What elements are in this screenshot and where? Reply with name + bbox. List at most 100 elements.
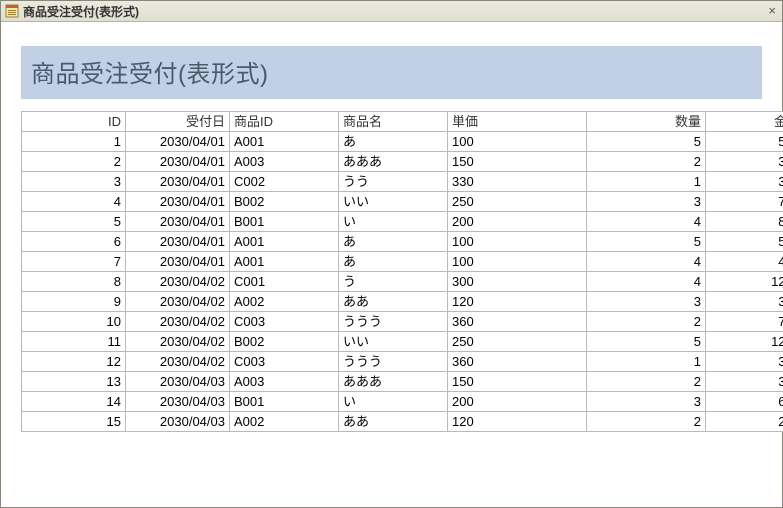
cell-qty[interactable]: 3	[587, 292, 706, 312]
cell-unit[interactable]: 360	[448, 312, 587, 332]
cell-qty[interactable]: 2	[587, 152, 706, 172]
cell-unit[interactable]: 120	[448, 412, 587, 432]
cell-amt[interactable]: 1200	[706, 272, 783, 292]
cell-unit[interactable]: 120	[448, 292, 587, 312]
cell-amt[interactable]: 360	[706, 292, 783, 312]
cell-pid[interactable]: B001	[230, 392, 339, 412]
cell-id[interactable]: 1	[22, 132, 126, 152]
cell-id[interactable]: 11	[22, 332, 126, 352]
cell-date[interactable]: 2030/04/02	[126, 292, 230, 312]
cell-pid[interactable]: A002	[230, 292, 339, 312]
cell-pid[interactable]: A003	[230, 152, 339, 172]
cell-qty[interactable]: 2	[587, 312, 706, 332]
cell-pname[interactable]: ああ	[339, 292, 448, 312]
cell-amt[interactable]: 800	[706, 212, 783, 232]
cell-pname[interactable]: あ	[339, 252, 448, 272]
col-header-pid[interactable]: 商品ID	[230, 112, 339, 132]
table-row[interactable]: 122030/04/02C003ううう3601360	[22, 352, 783, 372]
table-row[interactable]: 112030/04/02B002いい25051250	[22, 332, 783, 352]
cell-qty[interactable]: 4	[587, 212, 706, 232]
cell-unit[interactable]: 150	[448, 152, 587, 172]
cell-pid[interactable]: A001	[230, 232, 339, 252]
table-row[interactable]: 72030/04/01A001あ1004400	[22, 252, 783, 272]
cell-id[interactable]: 5	[22, 212, 126, 232]
cell-date[interactable]: 2030/04/01	[126, 132, 230, 152]
table-row[interactable]: 22030/04/01A003あああ1502300	[22, 152, 783, 172]
cell-qty[interactable]: 3	[587, 192, 706, 212]
cell-pid[interactable]: C002	[230, 172, 339, 192]
cell-pid[interactable]: B002	[230, 192, 339, 212]
cell-pname[interactable]: ううう	[339, 352, 448, 372]
cell-id[interactable]: 2	[22, 152, 126, 172]
cell-date[interactable]: 2030/04/01	[126, 212, 230, 232]
table-row[interactable]: 152030/04/03A002ああ1202240	[22, 412, 783, 432]
cell-pid[interactable]: A001	[230, 252, 339, 272]
cell-qty[interactable]: 4	[587, 272, 706, 292]
cell-date[interactable]: 2030/04/02	[126, 312, 230, 332]
cell-pid[interactable]: B001	[230, 212, 339, 232]
cell-date[interactable]: 2030/04/03	[126, 412, 230, 432]
cell-unit[interactable]: 200	[448, 212, 587, 232]
cell-pname[interactable]: い	[339, 392, 448, 412]
cell-pname[interactable]: あ	[339, 132, 448, 152]
close-icon[interactable]: ×	[768, 3, 776, 18]
cell-unit[interactable]: 100	[448, 252, 587, 272]
cell-id[interactable]: 3	[22, 172, 126, 192]
cell-id[interactable]: 8	[22, 272, 126, 292]
cell-pname[interactable]: い	[339, 212, 448, 232]
cell-id[interactable]: 14	[22, 392, 126, 412]
cell-pname[interactable]: いい	[339, 192, 448, 212]
cell-id[interactable]: 12	[22, 352, 126, 372]
cell-amt[interactable]: 240	[706, 412, 783, 432]
col-header-unit[interactable]: 単価	[448, 112, 587, 132]
cell-date[interactable]: 2030/04/01	[126, 252, 230, 272]
cell-pname[interactable]: う	[339, 272, 448, 292]
cell-qty[interactable]: 5	[587, 332, 706, 352]
cell-qty[interactable]: 4	[587, 252, 706, 272]
cell-id[interactable]: 9	[22, 292, 126, 312]
cell-date[interactable]: 2030/04/01	[126, 172, 230, 192]
cell-pid[interactable]: A001	[230, 132, 339, 152]
cell-date[interactable]: 2030/04/02	[126, 272, 230, 292]
cell-qty[interactable]: 2	[587, 372, 706, 392]
cell-amt[interactable]: 330	[706, 172, 783, 192]
table-row[interactable]: 12030/04/01A001あ1005500	[22, 132, 783, 152]
cell-qty[interactable]: 2	[587, 412, 706, 432]
table-row[interactable]: 102030/04/02C003ううう3602720	[22, 312, 783, 332]
cell-unit[interactable]: 250	[448, 192, 587, 212]
cell-pid[interactable]: A002	[230, 412, 339, 432]
cell-amt[interactable]: 600	[706, 392, 783, 412]
cell-unit[interactable]: 100	[448, 232, 587, 252]
table-row[interactable]: 82030/04/02C001う30041200	[22, 272, 783, 292]
cell-id[interactable]: 13	[22, 372, 126, 392]
cell-pname[interactable]: いい	[339, 332, 448, 352]
col-header-id[interactable]: ID	[22, 112, 126, 132]
cell-qty[interactable]: 1	[587, 352, 706, 372]
table-row[interactable]: 32030/04/01C002うう3301330	[22, 172, 783, 192]
col-header-pname[interactable]: 商品名	[339, 112, 448, 132]
cell-unit[interactable]: 250	[448, 332, 587, 352]
table-row[interactable]: 92030/04/02A002ああ1203360	[22, 292, 783, 312]
cell-pid[interactable]: C003	[230, 312, 339, 332]
cell-unit[interactable]: 360	[448, 352, 587, 372]
col-header-amt[interactable]: 金額	[706, 112, 783, 132]
cell-amt[interactable]: 300	[706, 372, 783, 392]
table-row[interactable]: 132030/04/03A003あああ1502300	[22, 372, 783, 392]
cell-amt[interactable]: 500	[706, 232, 783, 252]
cell-id[interactable]: 7	[22, 252, 126, 272]
cell-pname[interactable]: あああ	[339, 372, 448, 392]
cell-date[interactable]: 2030/04/01	[126, 152, 230, 172]
table-row[interactable]: 52030/04/01B001い2004800	[22, 212, 783, 232]
cell-qty[interactable]: 5	[587, 232, 706, 252]
cell-unit[interactable]: 330	[448, 172, 587, 192]
table-row[interactable]: 62030/04/01A001あ1005500	[22, 232, 783, 252]
cell-id[interactable]: 4	[22, 192, 126, 212]
cell-unit[interactable]: 150	[448, 372, 587, 392]
cell-unit[interactable]: 300	[448, 272, 587, 292]
cell-date[interactable]: 2030/04/03	[126, 372, 230, 392]
col-header-qty[interactable]: 数量	[587, 112, 706, 132]
cell-date[interactable]: 2030/04/01	[126, 232, 230, 252]
cell-id[interactable]: 10	[22, 312, 126, 332]
cell-pname[interactable]: あああ	[339, 152, 448, 172]
cell-pid[interactable]: C001	[230, 272, 339, 292]
